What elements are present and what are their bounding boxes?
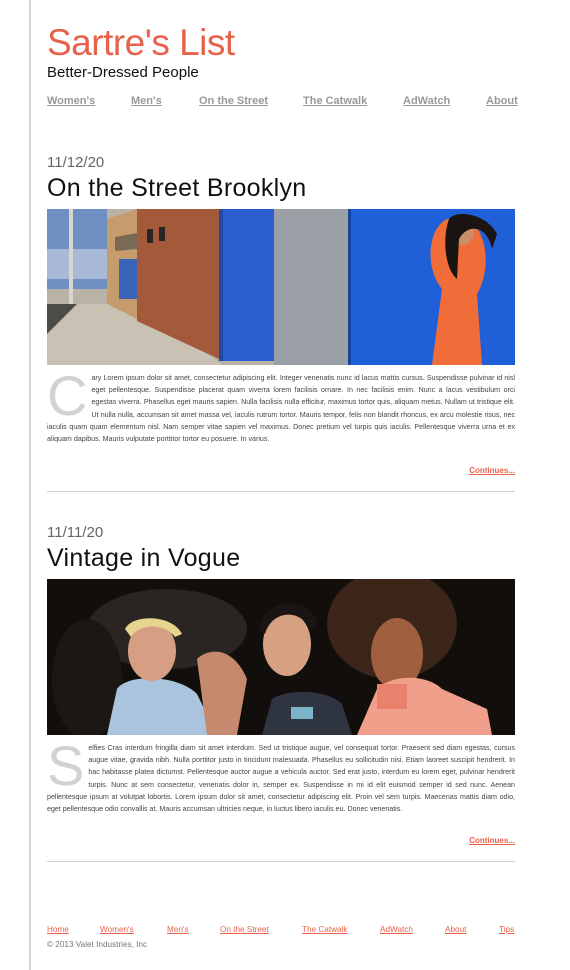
site-tagline: Better-Dressed People <box>47 64 199 81</box>
post-excerpt-text: elfies Cras interdum fringilla diam sit … <box>47 744 515 814</box>
footer-link-mens[interactable]: Men's <box>167 925 189 934</box>
post-date: 11/11/20 <box>47 524 104 541</box>
footer-link-adwatch[interactable]: AdWatch <box>380 925 413 934</box>
post-divider <box>47 861 515 862</box>
post-excerpt: Cary Lorem ipsum dolor sit amet, consect… <box>47 364 515 445</box>
drop-cap: S <box>47 734 85 797</box>
nav-item-womens[interactable]: Women's <box>47 95 95 107</box>
drop-cap: C <box>47 364 88 427</box>
post-image-party[interactable] <box>47 579 515 735</box>
footer-link-on-the-street[interactable]: On the Street <box>220 925 269 934</box>
footer-link-tips[interactable]: Tips <box>499 925 514 934</box>
nav-item-the-catwalk[interactable]: The Catwalk <box>303 95 367 107</box>
continue-reading-link[interactable]: Continues... <box>469 836 515 845</box>
footer-link-womens[interactable]: Women's <box>100 925 134 934</box>
nav-item-on-the-street[interactable]: On the Street <box>199 95 268 107</box>
footer-link-the-catwalk[interactable]: The Catwalk <box>302 925 348 934</box>
post-title[interactable]: Vintage in Vogue <box>47 544 240 573</box>
post-title[interactable]: On the Street Brooklyn <box>47 174 307 203</box>
post-excerpt-text: ary Lorem ipsum dolor sit amet, consecte… <box>47 374 515 444</box>
copyright-notice: © 2013 Valet Industries, Inc <box>47 940 148 949</box>
left-border-rule <box>29 0 31 970</box>
post-divider <box>47 491 515 492</box>
post-excerpt: Selfies Cras interdum fringilla diam sit… <box>47 734 515 815</box>
post-date: 11/12/20 <box>47 154 105 171</box>
nav-item-adwatch[interactable]: AdWatch <box>403 95 450 107</box>
footer-link-home[interactable]: Home <box>47 925 69 934</box>
footer-link-about[interactable]: About <box>445 925 466 934</box>
street-photo-illustration <box>47 209 515 365</box>
main-nav: Women's Men's On the Street The Catwalk … <box>47 95 518 109</box>
continue-reading-link[interactable]: Continues... <box>469 466 515 475</box>
nav-item-about[interactable]: About <box>486 95 518 107</box>
site-title[interactable]: Sartre's List <box>47 24 235 61</box>
party-photo-illustration <box>47 579 515 735</box>
post-image-street[interactable] <box>47 209 515 365</box>
footer-nav: Home Women's Men's On the Street The Cat… <box>47 925 515 937</box>
nav-item-mens[interactable]: Men's <box>131 95 162 107</box>
